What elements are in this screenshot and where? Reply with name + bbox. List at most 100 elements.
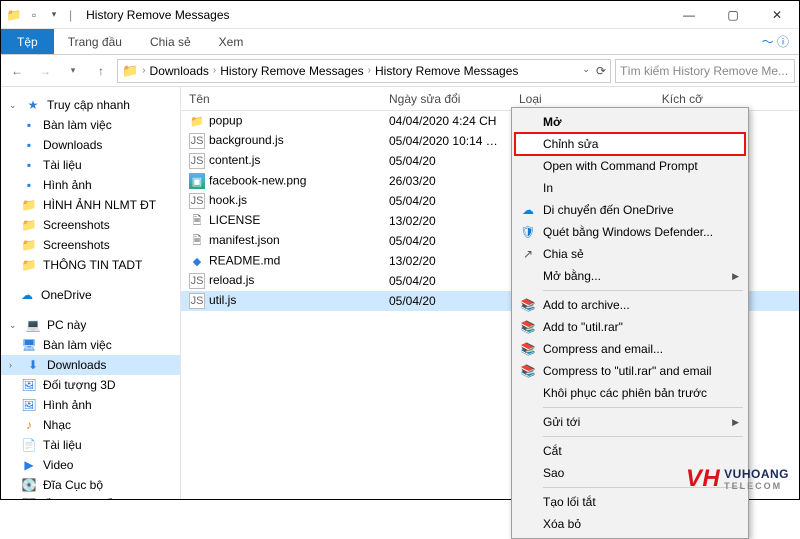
qat-icon[interactable]: ▫: [25, 6, 43, 24]
column-type[interactable]: Loại: [511, 92, 631, 106]
context-menu-item[interactable]: ☁Di chuyển đến OneDrive: [515, 199, 745, 221]
chevron-right-icon: ▶: [732, 417, 739, 428]
sidebar-onedrive[interactable]: ☁ OneDrive: [1, 285, 180, 305]
up-button[interactable]: ↑: [89, 59, 113, 83]
context-menu-item[interactable]: Mở: [515, 111, 745, 133]
sidebar-item-label: THÔNG TIN TADT: [43, 258, 142, 272]
file-icon: JS: [189, 273, 205, 289]
context-menu-item[interactable]: In: [515, 177, 745, 199]
context-menu-label: Quét bằng Windows Defender...: [543, 225, 713, 239]
context-menu-item[interactable]: Chỉnh sửa: [515, 133, 745, 155]
sidebar-item[interactable]: ♪Nhạc: [1, 415, 180, 435]
breadcrumb-part[interactable]: History Remove Messages: [375, 64, 518, 78]
tab-share[interactable]: Chia sẻ: [136, 29, 205, 54]
file-icon: 📁: [189, 113, 205, 129]
context-menu-item[interactable]: Cắt: [515, 440, 745, 462]
context-menu-item[interactable]: Mở bằng...▶: [515, 265, 745, 287]
sidebar-item[interactable]: 📁HÌNH ẢNH NLMT ĐT: [1, 195, 180, 215]
sidebar-item[interactable]: ▶Video: [1, 455, 180, 475]
sidebar-item-label: Tài liệu: [43, 438, 82, 452]
sidebar-icon: ▪: [21, 117, 37, 133]
ribbon-help-icon[interactable]: 〜 ⓘ: [752, 29, 799, 54]
chevron-down-icon[interactable]: ⌄: [9, 100, 19, 111]
sidebar-item[interactable]: 📁Screenshots: [1, 215, 180, 235]
breadcrumb-part[interactable]: History Remove Messages: [220, 64, 363, 78]
watermark-text: VUHOANG: [724, 467, 789, 481]
context-menu-label: Compress to "util.rar" and email: [543, 364, 712, 378]
context-menu-item[interactable]: 📚Compress and email...: [515, 338, 745, 360]
sidebar-item[interactable]: 📄 Tài liệu: [1, 435, 180, 455]
refresh-icon[interactable]: ⟳: [596, 64, 606, 78]
sidebar-item[interactable]: 💽Đĩa Cục bộ: [1, 475, 180, 495]
context-menu-item[interactable]: 📚Compress to "util.rar" and email: [515, 360, 745, 382]
forward-button[interactable]: →: [33, 59, 57, 83]
sidebar-item-label: Ổ Cục bộ - Ổ Chưa đ: [43, 498, 157, 499]
breadcrumb-dropdown-icon[interactable]: ⌄: [582, 64, 590, 78]
search-placeholder: Tìm kiếm History Remove Me...: [620, 64, 788, 78]
sidebar-item[interactable]: 🖼Đối tượng 3D: [1, 375, 180, 395]
file-date: 05/04/20: [381, 154, 511, 168]
breadcrumb-part[interactable]: Downloads: [150, 64, 209, 78]
sidebar: ⌄ ★ Truy cập nhanh ▪Bàn làm việc▪Downloa…: [1, 87, 181, 499]
qat-dropdown-icon[interactable]: ▾: [45, 6, 63, 24]
sidebar-this-pc[interactable]: ⌄ 💻 PC này: [1, 315, 180, 335]
context-menu-item[interactable]: 📚Add to "util.rar": [515, 316, 745, 338]
chevron-down-icon[interactable]: ⌄: [9, 320, 19, 331]
chevron-right-icon[interactable]: ›: [213, 65, 216, 76]
ribbon-tabs: Tệp Trang đầu Chia sẻ Xem 〜 ⓘ: [1, 29, 799, 55]
sidebar-item[interactable]: ▪Tài liệu: [1, 155, 180, 175]
column-name[interactable]: Tên: [181, 92, 381, 106]
sidebar-item[interactable]: ▪Bàn làm việc: [1, 115, 180, 135]
close-button[interactable]: ✕: [755, 1, 799, 29]
chevron-right-icon[interactable]: ›: [142, 65, 145, 76]
navbar: ← → ▾ ↑ 📁 › Downloads › History Remove M…: [1, 55, 799, 87]
breadcrumb[interactable]: 📁 › Downloads › History Remove Messages …: [117, 59, 611, 83]
sidebar-item[interactable]: 📁THÔNG TIN TADT: [1, 255, 180, 275]
file-icon: ▣: [189, 173, 205, 189]
file-icon: ◆: [189, 253, 205, 269]
tab-file[interactable]: Tệp: [1, 29, 54, 54]
context-menu-item[interactable]: ↗Chia sẻ: [515, 243, 745, 265]
column-date[interactable]: Ngày sửa đổi: [381, 92, 511, 106]
sidebar-icon: ⬇: [25, 357, 41, 373]
search-input[interactable]: Tìm kiếm History Remove Me...: [615, 59, 795, 83]
sidebar-icon: 📁: [21, 217, 37, 233]
sidebar-item[interactable]: ›⬇Downloads: [1, 355, 180, 375]
chevron-right-icon[interactable]: ›: [368, 65, 371, 76]
sidebar-item-label: Tài liệu: [43, 158, 82, 172]
sidebar-icon: ▪: [21, 177, 37, 193]
column-size[interactable]: Kích cỡ: [631, 92, 711, 106]
context-menu-item[interactable]: Gửi tới ▶: [515, 411, 745, 433]
sidebar-item[interactable]: 🖼Hình ảnh: [1, 395, 180, 415]
file-name: content.js: [209, 153, 260, 167]
file-date: 05/04/20: [381, 234, 511, 248]
sidebar-item[interactable]: 💽Ổ Cục bộ - Ổ Chưa đ: [1, 495, 180, 499]
file-name: LICENSE: [209, 213, 260, 227]
context-menu-item[interactable]: Tạo lối tắt: [515, 491, 745, 513]
sidebar-item[interactable]: 📁Screenshots: [1, 235, 180, 255]
context-menu-label: Gửi tới: [543, 415, 580, 429]
maximize-button[interactable]: ▢: [711, 1, 755, 29]
chevron-right-icon[interactable]: ›: [9, 360, 19, 370]
minimize-button[interactable]: —: [667, 1, 711, 29]
recent-dropdown[interactable]: ▾: [61, 59, 85, 83]
context-menu-item[interactable]: Open with Command Prompt: [515, 155, 745, 177]
tab-home[interactable]: Trang đầu: [54, 29, 136, 54]
file-name: background.js: [209, 133, 284, 147]
context-menu-item[interactable]: 🛡Quét bằng Windows Defender...: [515, 221, 745, 243]
watermark-logo: VH: [686, 465, 720, 493]
sidebar-icon: 🖼: [21, 377, 37, 393]
pc-icon: 💻: [25, 317, 41, 333]
sidebar-item-label: HÌNH ẢNH NLMT ĐT: [43, 198, 156, 212]
sidebar-item[interactable]: ▪Hình ảnh: [1, 175, 180, 195]
context-menu-label: Compress and email...: [543, 342, 663, 356]
sidebar-item[interactable]: 🖥Bàn làm việc: [1, 335, 180, 355]
sidebar-icon: 📄: [21, 437, 37, 453]
context-menu-item[interactable]: Xóa bỏ: [515, 513, 745, 535]
back-button[interactable]: ←: [5, 59, 29, 83]
context-menu-item[interactable]: Khôi phục các phiên bản trước: [515, 382, 745, 404]
context-menu-item[interactable]: 📚Add to archive...: [515, 294, 745, 316]
sidebar-quick-access[interactable]: ⌄ ★ Truy cập nhanh: [1, 95, 180, 115]
sidebar-item[interactable]: ▪Downloads: [1, 135, 180, 155]
tab-view[interactable]: Xem: [205, 29, 258, 54]
